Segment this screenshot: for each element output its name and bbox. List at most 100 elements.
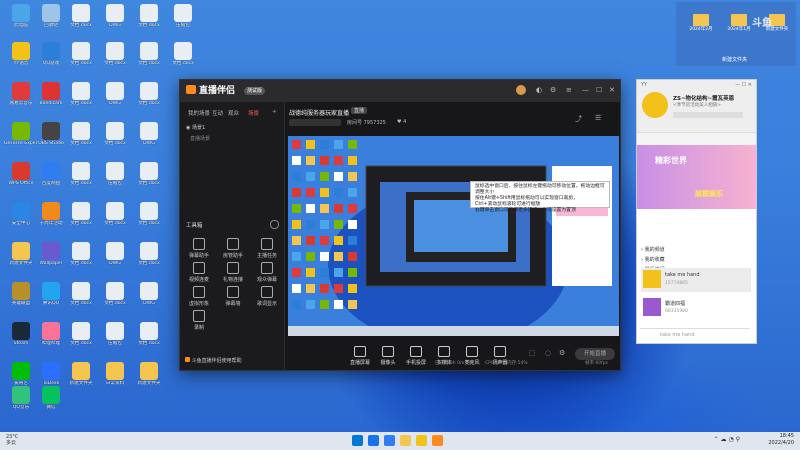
go-live-button[interactable]: 开始直播 xyxy=(575,348,615,360)
document-shortcut[interactable]: 文档.docx xyxy=(98,122,132,147)
avatar[interactable] xyxy=(516,85,526,95)
yy-room-item[interactable]: 霸道四福 68335980 xyxy=(641,296,751,320)
app-shortcut[interactable]: 网易云音乐 xyxy=(4,82,38,107)
app-shortcut[interactable]: 安全中心 xyxy=(4,202,38,227)
document-shortcut[interactable]: 文档.docx xyxy=(98,202,132,227)
source-button[interactable]: 手机投屏 xyxy=(401,346,431,366)
record-icon[interactable]: ⬚ xyxy=(529,349,536,357)
document-shortcut[interactable]: DWG xyxy=(132,122,166,147)
source-button[interactable]: 直播屏幕 xyxy=(345,346,375,366)
document-shortcut[interactable]: 文档.docx xyxy=(132,322,166,347)
app-shortcut[interactable]: Bandicam xyxy=(34,82,68,107)
tab-interact[interactable]: 互动 xyxy=(212,109,223,117)
document-shortcut[interactable]: 文档.docx xyxy=(98,282,132,307)
tool-button[interactable]: 虚拟形象 xyxy=(184,286,214,307)
layers-icon[interactable]: ☰ xyxy=(595,114,601,122)
document-shortcut[interactable]: 文档.docx xyxy=(132,4,166,29)
add-tab-icon[interactable]: + xyxy=(272,109,277,115)
tool-button[interactable]: 礼物连接 xyxy=(218,262,248,283)
app-shortcut[interactable]: 哔哩哔哩 xyxy=(34,322,68,347)
mute-icon[interactable]: ◌ xyxy=(545,349,551,357)
taskbar-app-icon[interactable] xyxy=(368,435,379,446)
clock[interactable]: 18:45 2022/4/20 xyxy=(768,433,794,447)
yy-window-controls[interactable]: — ☐ ✕ xyxy=(735,82,752,88)
tool-button[interactable]: 房管助手 xyxy=(218,238,248,259)
document-shortcut[interactable]: 文档.docx xyxy=(64,82,98,107)
document-shortcut[interactable]: 文档.docx xyxy=(132,42,166,67)
taskbar-app-icon[interactable] xyxy=(416,435,427,446)
tool-button[interactable]: 弹幕墙 xyxy=(218,286,248,307)
document-shortcut[interactable]: 文档.docx xyxy=(64,322,98,347)
document-shortcut[interactable]: DWG xyxy=(98,4,132,29)
tab-audience[interactable]: 观众 xyxy=(228,109,239,117)
document-shortcut[interactable]: 文档.docx xyxy=(64,42,98,67)
document-shortcut[interactable]: 压缩包 xyxy=(166,4,200,29)
tool-button[interactable]: 视频连麦 xyxy=(184,262,214,283)
yy-nav-item[interactable]: › 我的收藏 xyxy=(641,256,751,263)
close-button[interactable]: ✕ xyxy=(609,86,615,94)
category-selector[interactable] xyxy=(289,119,341,126)
app-shortcut[interactable]: ToDesk xyxy=(34,362,68,387)
taskbar-app-icon[interactable] xyxy=(432,435,443,446)
tool-button[interactable]: 歌词显示 xyxy=(252,286,282,307)
share-icon[interactable]: ⤴ xyxy=(575,114,582,124)
document-shortcut[interactable]: DWG xyxy=(98,82,132,107)
app-shortcut[interactable]: QQ音乐 xyxy=(4,386,38,411)
app-shortcut[interactable]: 腾讯QQ xyxy=(34,282,68,307)
weather-widget[interactable]: 23°C 多云 xyxy=(6,434,18,446)
settings-icon[interactable]: ⚙ xyxy=(550,86,556,94)
tool-button[interactable]: 录制 xyxy=(184,310,214,331)
taskbar-app-icon[interactable] xyxy=(352,435,363,446)
app-shortcut[interactable]: 新建文件夹 xyxy=(4,242,38,267)
yy-avatar[interactable] xyxy=(642,92,668,118)
maximize-button[interactable]: ☐ xyxy=(596,86,602,94)
yy-input-bar[interactable]: take me hand xyxy=(640,328,750,340)
taskbar-app-icon[interactable] xyxy=(384,435,395,446)
yy-search-input[interactable]: take me hand xyxy=(660,332,695,338)
app-shortcut[interactable]: Steam xyxy=(4,322,38,347)
tool-button[interactable]: 观众弹幕 xyxy=(252,262,282,283)
document-shortcut[interactable]: 文档.docx xyxy=(132,82,166,107)
document-shortcut[interactable]: 文档.docx xyxy=(132,242,166,267)
document-shortcut[interactable]: 文档.docx xyxy=(64,162,98,187)
folder-shortcut[interactable]: 日常资料 xyxy=(98,362,132,387)
document-shortcut[interactable]: 文档.docx xyxy=(132,202,166,227)
app-shortcut[interactable]: 此电脑 xyxy=(4,4,38,29)
app-shortcut[interactable]: GeForce Experience xyxy=(4,122,38,147)
document-shortcut[interactable]: 文档.docx xyxy=(64,242,98,267)
folder-shortcut[interactable]: 2024年1月 xyxy=(724,14,754,32)
document-shortcut[interactable]: DWG xyxy=(132,282,166,307)
app-shortcut[interactable]: 英雄联盟 xyxy=(4,282,38,307)
app-shortcut[interactable]: WPS Office xyxy=(4,162,38,187)
scene-item[interactable]: ◉ 场景1 xyxy=(186,124,205,131)
document-shortcut[interactable]: 文档.docx xyxy=(64,122,98,147)
document-shortcut[interactable]: 文档.docx xyxy=(132,162,166,187)
tools-more-icon[interactable] xyxy=(270,220,279,229)
minimize-button[interactable]: — xyxy=(582,86,589,94)
help-link[interactable]: 斗鱼直播伴侣使用帮助 xyxy=(185,357,242,364)
taskbar-app-icon[interactable] xyxy=(400,435,411,446)
app-shortcut[interactable]: QQ游戏 xyxy=(34,42,68,67)
tray-icons[interactable]: ⌃ ☁ ◔ ⚲ xyxy=(714,436,740,443)
document-shortcut[interactable]: 压缩包 xyxy=(98,322,132,347)
tab-my-scene[interactable]: 我的场景 xyxy=(188,109,210,117)
tab-scene[interactable]: 场景 xyxy=(248,109,259,117)
stream-preview[interactable] xyxy=(288,136,619,336)
app-shortcut[interactable]: OBS Studio xyxy=(34,122,68,147)
document-shortcut[interactable]: 文档.docx xyxy=(166,42,200,67)
app-shortcut[interactable]: 百度网盘 xyxy=(34,162,68,187)
source-button[interactable]: 摄像头 xyxy=(373,346,403,366)
document-shortcut[interactable]: 文档.docx xyxy=(64,282,98,307)
yy-nav-item[interactable]: › 我的频道 xyxy=(641,246,751,253)
document-shortcut[interactable]: DWG xyxy=(98,242,132,267)
tool-button[interactable]: 弹幕助手 xyxy=(184,238,214,259)
skin-icon[interactable]: ◐ xyxy=(536,86,542,94)
document-shortcut[interactable]: 压缩包 xyxy=(98,162,132,187)
yy-room-item[interactable]: take me hand 15774865 xyxy=(641,268,751,292)
app-shortcut[interactable]: 微信 xyxy=(34,386,68,411)
menu-icon[interactable]: ≡ xyxy=(566,86,572,94)
app-shortcut[interactable]: 十周年活动 xyxy=(34,202,68,227)
folder-shortcut[interactable]: 新建文件夹 xyxy=(64,362,98,387)
app-shortcut[interactable]: YY语音 xyxy=(4,42,38,67)
tool-button[interactable]: 主播任务 xyxy=(252,238,282,259)
